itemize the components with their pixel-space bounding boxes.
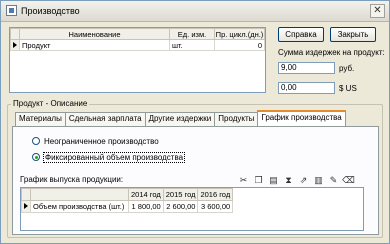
- window-close-button[interactable]: ✕: [370, 4, 385, 18]
- fill-icon[interactable]: ⧗: [282, 174, 295, 187]
- tab-production-schedule[interactable]: График производства: [257, 110, 346, 126]
- table-row[interactable]: Объем производства (шт.) 1 800,00 2 600,…: [21, 200, 234, 213]
- schedule-row-label: Объем производства (шт.): [30, 200, 129, 213]
- rub-unit-label: руб.: [339, 64, 355, 73]
- cut-icon[interactable]: ✂: [237, 174, 250, 187]
- schedule-label: График выпуска продукции:: [20, 175, 124, 184]
- tab-strip: Материалы Сдельная зарплата Другие издер…: [15, 110, 346, 126]
- edit-icon[interactable]: ✎: [327, 174, 340, 187]
- radio-unlimited[interactable]: [32, 137, 40, 145]
- costs-rub-field[interactable]: 9,00: [278, 62, 335, 74]
- tab-products[interactable]: Продукты: [214, 112, 259, 126]
- table-row[interactable]: Продукт шт. 0: [10, 39, 265, 51]
- schedule-value-2015[interactable]: 2 600,00: [162, 200, 199, 213]
- row-indicator-icon: [21, 200, 31, 213]
- radio-fixed[interactable]: [32, 153, 40, 161]
- radio-fixed-label[interactable]: Фиксированный объем производства: [43, 152, 186, 163]
- tab-materials[interactable]: Материалы: [15, 112, 66, 126]
- schedule-value-2016[interactable]: 3 600,00: [197, 200, 234, 213]
- copy-icon[interactable]: ❐: [252, 174, 265, 187]
- year-header-2014[interactable]: 2014 год: [128, 188, 164, 201]
- help-button[interactable]: Справка: [278, 27, 324, 42]
- schedule-value-2014[interactable]: 1 800,00: [128, 200, 164, 213]
- title-bar: Производство ✕: [1, 1, 389, 22]
- year-header-2015[interactable]: 2015 год: [162, 188, 199, 201]
- close-button[interactable]: Закрыть: [330, 27, 376, 42]
- costs-usd-field[interactable]: 0,00: [278, 82, 335, 94]
- column-unit-header[interactable]: Ед. изм.: [169, 28, 215, 40]
- product-name-cell[interactable]: Продукт: [19, 39, 170, 51]
- group-title: Продукт - Описание: [11, 99, 90, 108]
- column-name-header[interactable]: Наименование: [19, 28, 170, 40]
- products-grid-header: Наименование Ед. изм. Пр. цикл.(дн.): [10, 28, 265, 40]
- app-icon: [6, 5, 17, 16]
- radio-unlimited-label[interactable]: Неограниченное производство: [44, 137, 159, 146]
- schedule-toolbar: ✂ ❐ ▤ ⧗ ⇗ ▥ ✎ ⌫: [237, 174, 355, 187]
- tab-other-costs[interactable]: Другие издержки: [144, 112, 216, 126]
- schedule-grid[interactable]: 2014 год 2015 год 2016 год Объем произво…: [20, 187, 364, 231]
- product-cycle-cell[interactable]: 0: [214, 39, 265, 51]
- products-grid[interactable]: Наименование Ед. изм. Пр. цикл.(дн.) Про…: [9, 27, 266, 93]
- usd-unit-label: $ US: [339, 84, 357, 93]
- column-cycle-header[interactable]: Пр. цикл.(дн.): [214, 28, 265, 40]
- year-header-2016[interactable]: 2016 год: [197, 188, 234, 201]
- trend-icon[interactable]: ⇗: [297, 174, 310, 187]
- production-window: Производство ✕ Наименование Ед. изм. Пр.…: [0, 0, 390, 244]
- window-title: Производство: [21, 6, 80, 16]
- costs-label: Сумма издержек на продукт:: [278, 48, 385, 57]
- row-indicator-icon: [10, 39, 20, 51]
- tab-piece-wages[interactable]: Сдельная зарплата: [64, 112, 146, 126]
- schedule-grid-header: 2014 год 2015 год 2016 год: [21, 188, 234, 201]
- chart-icon[interactable]: ▥: [312, 174, 325, 187]
- paste-icon[interactable]: ▤: [267, 174, 280, 187]
- erase-icon[interactable]: ⌫: [342, 174, 355, 187]
- product-unit-cell[interactable]: шт.: [169, 39, 215, 51]
